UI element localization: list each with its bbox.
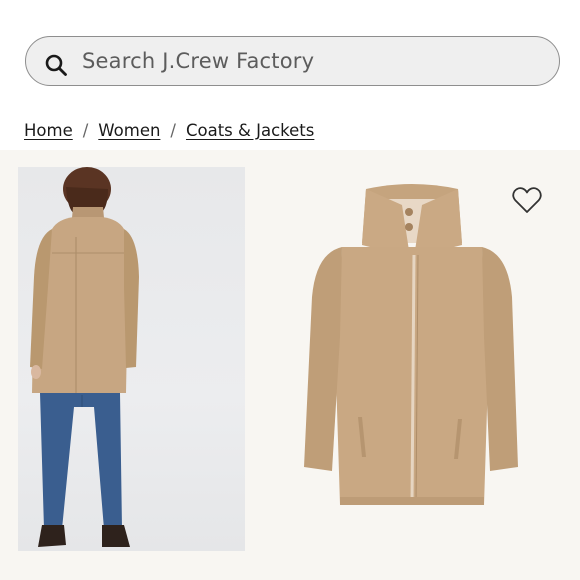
breadcrumb-separator: / [82,120,89,140]
search-icon[interactable] [44,53,68,77]
breadcrumb-women[interactable]: Women [98,121,160,140]
breadcrumb-home[interactable]: Home [24,121,73,140]
heart-icon[interactable] [512,186,542,214]
header: Search J.Crew Factory Home / Women / Coa… [0,0,580,150]
product-image-model-back[interactable] [18,167,245,551]
breadcrumb-separator: / [170,120,176,140]
breadcrumb-coats-jackets[interactable]: Coats & Jackets [186,121,314,140]
product-image-coat[interactable] [262,167,562,551]
model-illustration [30,167,139,547]
breadcrumb: Home / Women / Coats & Jackets [24,118,314,142]
search-input[interactable]: Search J.Crew Factory [82,49,314,73]
coat-illustration [304,184,518,505]
